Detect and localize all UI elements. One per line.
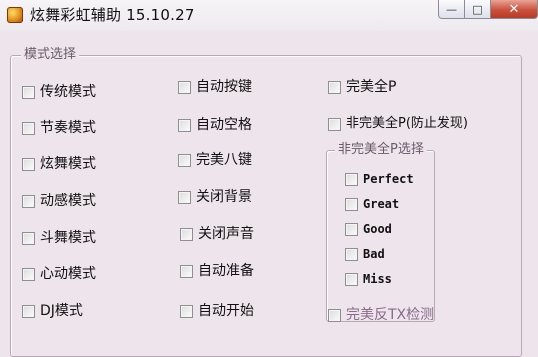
checkbox-label: 斗舞模式 (40, 230, 96, 246)
checkbox-box[interactable] (178, 118, 191, 132)
checkbox-box[interactable] (22, 231, 35, 245)
checkbox-traditional-mode[interactable]: 传统模式 (22, 84, 96, 100)
checkbox-label: 心动模式 (40, 266, 96, 282)
imperfect-all-p-legend: 非完美全P选择 (335, 141, 427, 159)
close-button[interactable]: ✕ (491, 0, 538, 19)
checkbox-perfect-eight-keys[interactable]: 完美八键 (178, 152, 252, 168)
maximize-button[interactable]: □ (465, 0, 491, 19)
mode-select-legend: 模式选择 (21, 46, 80, 64)
checkbox-auto-ready[interactable]: 自动准备 (180, 263, 254, 279)
checkbox-label: 自动空格 (196, 117, 252, 133)
checkbox-good[interactable]: Good (345, 222, 392, 236)
checkbox-label: Good (363, 222, 392, 236)
checkbox-box[interactable] (328, 308, 341, 322)
app-icon (7, 7, 23, 23)
checkbox-auto-start[interactable]: 自动开始 (180, 303, 254, 319)
checkbox-dj-mode[interactable]: DJ模式 (22, 303, 83, 319)
checkbox-box[interactable] (180, 227, 193, 241)
checkbox-box[interactable] (345, 272, 358, 286)
checkbox-box[interactable] (345, 222, 358, 236)
checkbox-imperfect-all-p[interactable]: 非完美全P(防止发现) (328, 116, 468, 132)
checkbox-box[interactable] (180, 264, 193, 278)
checkbox-box[interactable] (178, 190, 191, 204)
checkbox-label: Perfect (363, 172, 414, 186)
checkbox-auto-space[interactable]: 自动空格 (178, 117, 252, 133)
checkbox-box[interactable] (178, 80, 191, 94)
window-title: 炫舞彩虹辅助 15.10.27 (30, 6, 195, 24)
checkbox-box[interactable] (22, 194, 35, 208)
checkbox-dance-battle-mode[interactable]: 斗舞模式 (22, 230, 96, 246)
checkbox-label: 完美全P (346, 79, 397, 95)
checkbox-label: 动感模式 (40, 193, 96, 209)
title-bar[interactable]: 炫舞彩虹辅助 15.10.27 — □ ✕ (0, 0, 538, 32)
checkbox-label: 完美反TX检测 (346, 307, 435, 323)
checkbox-label: 自动开始 (198, 303, 254, 319)
checkbox-great[interactable]: Great (345, 197, 399, 211)
checkbox-label: Bad (363, 247, 385, 261)
checkbox-rhythm-mode[interactable]: 节奏模式 (22, 120, 96, 136)
checkbox-xuanwu-mode[interactable]: 炫舞模式 (22, 156, 96, 172)
minimize-icon: — (446, 2, 457, 16)
checkbox-label: DJ模式 (40, 303, 83, 319)
checkbox-heartbeat-mode[interactable]: 心动模式 (22, 266, 96, 282)
checkbox-label: 非完美全P(防止发现) (346, 116, 468, 131)
checkbox-perfect-all-p[interactable]: 完美全P (328, 79, 396, 95)
checkbox-label: 完美八键 (196, 152, 252, 168)
checkbox-box[interactable] (345, 197, 358, 211)
checkbox-label: 自动准备 (198, 263, 254, 279)
checkbox-perfect[interactable]: Perfect (345, 172, 414, 186)
checkbox-box[interactable] (22, 121, 35, 135)
maximize-icon: □ (472, 2, 483, 16)
checkbox-box[interactable] (345, 172, 358, 186)
checkbox-label: 自动按键 (196, 79, 252, 95)
checkbox-dynamic-mode[interactable]: 动感模式 (22, 193, 96, 209)
checkbox-box[interactable] (22, 267, 35, 281)
checkbox-bad[interactable]: Bad (345, 247, 385, 261)
checkbox-label: 节奏模式 (40, 120, 96, 136)
window-controls: — □ ✕ (438, 0, 538, 20)
checkbox-mute-sound[interactable]: 关闭声音 (180, 226, 254, 242)
checkbox-box[interactable] (22, 157, 35, 171)
checkbox-label: Great (363, 197, 400, 211)
checkbox-box[interactable] (180, 304, 193, 318)
checkbox-box[interactable] (22, 85, 35, 99)
checkbox-miss[interactable]: Miss (345, 272, 392, 286)
checkbox-label: 传统模式 (40, 84, 96, 100)
checkbox-box[interactable] (328, 80, 341, 94)
checkbox-box[interactable] (22, 304, 35, 318)
minimize-button[interactable]: — (438, 0, 465, 19)
checkbox-perfect-anti-tx-detection[interactable]: 完美反TX检测 (328, 307, 434, 323)
checkbox-box[interactable] (345, 247, 358, 261)
checkbox-label: 炫舞模式 (40, 156, 96, 172)
checkbox-label: 关闭声音 (198, 226, 254, 242)
checkbox-box[interactable] (178, 153, 191, 167)
close-icon: ✕ (508, 1, 520, 17)
checkbox-disable-background[interactable]: 关闭背景 (178, 189, 252, 205)
window-client-area: 模式选择 传统模式 节奏模式 炫舞模式 动感模式 斗舞模式 心动模式 DJ模式 … (0, 31, 538, 357)
checkbox-label: 关闭背景 (196, 189, 252, 205)
checkbox-auto-keys[interactable]: 自动按键 (178, 79, 252, 95)
checkbox-label: Miss (363, 272, 392, 286)
checkbox-box[interactable] (328, 117, 341, 131)
